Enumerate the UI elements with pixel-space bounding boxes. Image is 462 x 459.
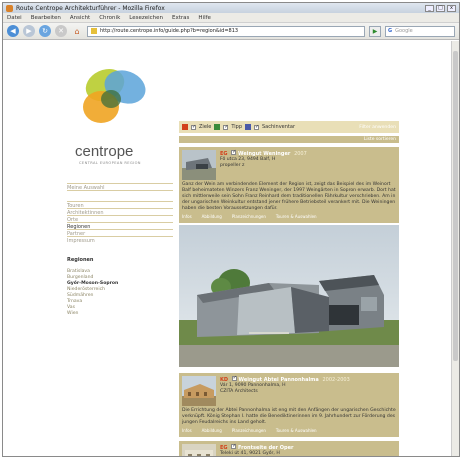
entry-thumbnail[interactable] <box>182 150 216 180</box>
google-icon: G <box>388 28 393 34</box>
back-button[interactable]: ◀ <box>7 25 19 37</box>
entry-title[interactable]: KD Weingut Abtei Pannonhalma 2002-2003 <box>220 375 350 383</box>
menu-bearbeiten[interactable]: Bearbeiten <box>31 15 61 21</box>
entry-title[interactable]: EG Weingut Weninger 2007 <box>220 149 307 157</box>
region-item-wien[interactable]: Wien <box>67 311 173 317</box>
nav-item-impressum[interactable]: Impressum <box>67 236 173 244</box>
page-viewport: centrope CENTRAL EUROPEAN REGION Meine A… <box>3 41 459 457</box>
building-photo <box>179 225 399 367</box>
centrope-logo-icon <box>83 68 146 123</box>
search-placeholder: Google <box>395 28 413 34</box>
entry-architect: propeller z <box>220 163 245 168</box>
tipp-checkbox[interactable] <box>223 124 229 130</box>
regions-list: Bratislava Burgenland Győr-Moson-Sopron … <box>67 269 173 317</box>
link-infos[interactable]: Infos <box>182 214 192 220</box>
menu-bar: Datei Bearbeiten Ansicht Chronik Lesezei… <box>3 13 459 23</box>
entry-details: KD Weingut Abtei Pannonhalma 2002-2003 V… <box>220 375 350 406</box>
entry-architect: CZITA Architects <box>220 389 258 394</box>
entry-description: Die Errichtung der Abtei Pannonhalma ist… <box>182 408 396 425</box>
filter-bar: Ziele Tipp Sachinventar Filter anwenden <box>179 121 399 133</box>
menu-datei[interactable]: Datei <box>7 15 22 21</box>
link-infos[interactable]: Infos <box>182 428 192 434</box>
favicon-icon <box>91 28 97 34</box>
entry-details: EG Weingut Weninger 2007 Fő utca 23, 949… <box>220 149 307 180</box>
window-title: Route Centrope Architekturführer - Mozil… <box>16 4 165 12</box>
scrollbar-thumb[interactable] <box>453 51 458 361</box>
entry-details: EG Frontseite der Oper Teleki út 41, 902… <box>220 443 293 456</box>
search-input[interactable]: G Google <box>385 25 455 37</box>
reload-button[interactable]: ↻ <box>39 25 51 37</box>
firefox-icon <box>6 4 13 12</box>
nav-item-partner[interactable]: Partner <box>67 229 173 237</box>
entry-year: 2007 <box>294 151 307 157</box>
url-bar[interactable]: http://route.centrope.info/guide.php?b=r… <box>87 25 365 37</box>
go-button[interactable]: ▶ <box>369 25 381 37</box>
browser-window: Route Centrope Architekturführer - Mozil… <box>2 2 460 457</box>
minimize-button[interactable]: _ <box>425 4 434 12</box>
title-bar: Route Centrope Architekturführer - Mozil… <box>3 3 459 13</box>
nav-item-regionen[interactable]: Regionen <box>67 222 173 230</box>
nav-item-architektinnen[interactable]: Architektinnen <box>67 208 173 216</box>
content-column: Ziele Tipp Sachinventar Filter anwenden … <box>179 121 399 457</box>
entry-header: EG Weingut Weninger 2007 Fő utca 23, 949… <box>182 149 396 180</box>
main-navigation: Meine Auswahl Touren Architektinnen Orte… <box>67 183 173 244</box>
left-column: centrope CENTRAL EUROPEAN REGION Meine A… <box>67 59 173 317</box>
list-item: EG Weingut Weninger 2007 Fő utca 23, 949… <box>179 147 399 223</box>
menu-lesezeichen[interactable]: Lesezeichen <box>129 15 163 21</box>
link-touren[interactable]: Touren & Auswahlen <box>276 214 317 220</box>
ziele-label: Ziele <box>199 124 212 130</box>
ziele-color-swatch <box>182 124 188 130</box>
nav-item-touren[interactable]: Touren <box>67 201 173 209</box>
link-touren[interactable]: Touren & Auswahlen <box>276 428 317 434</box>
ziele-checkbox[interactable] <box>191 124 196 130</box>
entry-select-checkbox[interactable] <box>231 375 237 381</box>
navigation-toolbar: ◀ ▶ ↻ ✕ ⌂ http://route.centrope.info/gui… <box>3 23 459 40</box>
link-planzeichnungen[interactable]: Planzeichnungen <box>232 428 266 434</box>
sachinventar-color-swatch <box>245 124 251 130</box>
nav-item-meine-auswahl[interactable]: Meine Auswahl <box>67 183 173 191</box>
nav-item-orte[interactable]: Orte <box>67 215 173 223</box>
nav-spacer <box>67 190 173 201</box>
filter-apply-link[interactable]: Filter anwenden <box>359 125 396 130</box>
entry-year: 2002-2003 <box>322 377 350 383</box>
entry-select-checkbox[interactable] <box>231 443 236 449</box>
entry-thumbnail[interactable] <box>182 444 216 457</box>
logo-wordmark: centrope <box>75 143 134 160</box>
vertical-scrollbar[interactable] <box>451 41 459 456</box>
stop-button[interactable]: ✕ <box>55 25 67 37</box>
entry-links: Infos Abbildung Planzeichnungen Touren &… <box>182 428 396 434</box>
entry-select-checkbox[interactable] <box>231 149 236 155</box>
menu-chronik[interactable]: Chronik <box>99 15 120 21</box>
entry-header: KD Weingut Abtei Pannonhalma 2002-2003 V… <box>182 375 396 406</box>
sort-bar[interactable]: Liste sortieren <box>179 136 399 143</box>
list-item: KD Weingut Abtei Pannonhalma 2002-2003 V… <box>179 373 399 437</box>
sachinventar-checkbox[interactable] <box>254 124 259 130</box>
entry-links: Infos Abbildung Planzeichnungen Touren &… <box>182 214 396 220</box>
forward-button[interactable]: ▶ <box>23 25 35 37</box>
close-button[interactable]: x <box>447 4 456 12</box>
entry-description: Ganz der Wein am verbindenden Element de… <box>182 182 396 211</box>
link-planzeichnungen[interactable]: Planzeichnungen <box>232 214 266 220</box>
regions-heading: Regionen <box>67 257 94 263</box>
entry-header: EG Frontseite der Oper Teleki út 41, 902… <box>182 443 396 457</box>
maximize-button[interactable]: □ <box>436 4 445 12</box>
menu-ansicht[interactable]: Ansicht <box>70 15 90 21</box>
logo-tagline: CENTRAL EUROPEAN REGION <box>79 161 141 165</box>
window-controls: _ □ x <box>425 4 456 12</box>
entry-title[interactable]: EG Frontseite der Oper <box>220 443 293 451</box>
list-item: EG Frontseite der Oper Teleki út 41, 902… <box>179 441 399 457</box>
menu-extras[interactable]: Extras <box>172 15 189 21</box>
link-abbildung[interactable]: Abbildung <box>202 428 222 434</box>
tipp-label: Tipp <box>231 124 242 130</box>
tipp-color-swatch <box>214 124 221 130</box>
link-abbildung[interactable]: Abbildung <box>202 214 222 220</box>
url-text: http://route.centrope.info/guide.php?b=r… <box>100 28 239 34</box>
home-icon[interactable]: ⌂ <box>71 25 83 37</box>
entry-thumbnail[interactable] <box>182 376 216 406</box>
sachinventar-label: Sachinventar <box>262 124 295 130</box>
menu-hilfe[interactable]: Hilfe <box>198 15 211 21</box>
entry-address: Teleki út 41, 9021 Győr, H <box>220 451 280 456</box>
